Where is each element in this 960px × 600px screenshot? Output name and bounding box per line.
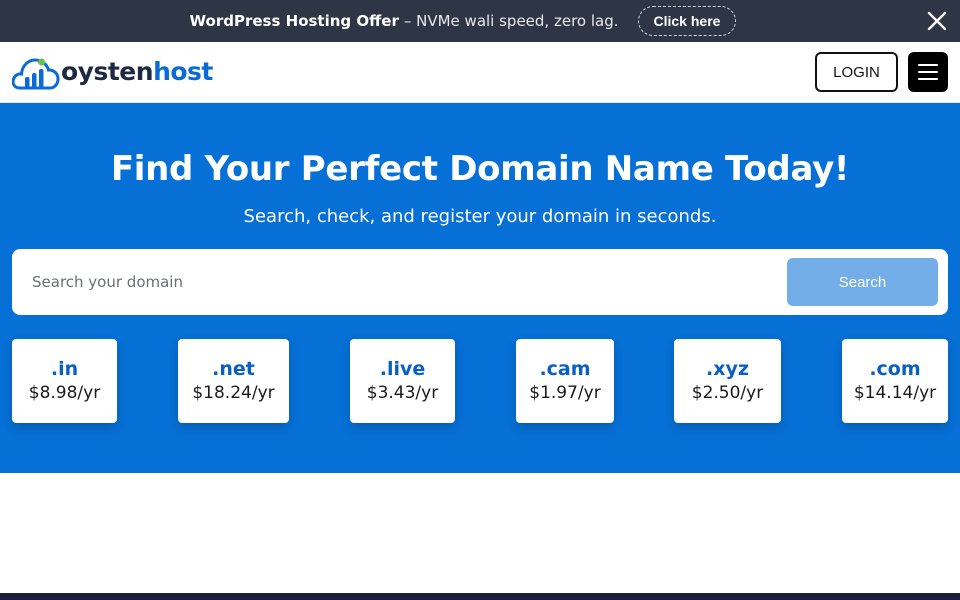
- tld-card-live[interactable]: .live $3.43/yr: [350, 339, 455, 423]
- click-here-button[interactable]: Click here: [637, 6, 737, 36]
- hero-title: Find Your Perfect Domain Name Today!: [110, 149, 850, 189]
- tld-price: $2.50/yr: [691, 383, 764, 403]
- tld-name: .in: [50, 358, 79, 380]
- offer-text: – NVMe wali speed, zero lag.: [403, 12, 619, 30]
- login-button[interactable]: LOGIN: [815, 52, 898, 92]
- close-icon[interactable]: [926, 10, 948, 32]
- menu-line: [918, 78, 938, 80]
- domain-search-hero: Find Your Perfect Domain Name Today! Sea…: [0, 103, 960, 473]
- tld-card-net[interactable]: .net $18.24/yr: [178, 339, 289, 423]
- site-header: oystenhost LOGIN: [0, 42, 960, 103]
- logo-text: oystenhost: [61, 57, 213, 86]
- announcement-bar: WordPress Hosting Offer – NVMe wali spee…: [0, 0, 960, 42]
- domain-search-box: Search: [12, 249, 948, 315]
- search-button[interactable]: Search: [787, 258, 938, 306]
- hamburger-menu-icon[interactable]: [908, 52, 948, 92]
- offer-title: WordPress Hosting Offer: [189, 12, 399, 30]
- tld-card-in[interactable]: .in $8.98/yr: [12, 339, 117, 423]
- menu-line: [918, 71, 938, 73]
- logo-text-part2: host: [153, 56, 213, 86]
- tld-name: .xyz: [706, 358, 749, 380]
- tld-price: $1.97/yr: [529, 383, 601, 403]
- tld-card-cam[interactable]: .cam $1.97/yr: [516, 339, 614, 423]
- logo-text-part1: oysten: [61, 56, 154, 86]
- tld-card-xyz[interactable]: .xyz $2.50/yr: [674, 339, 781, 423]
- menu-line: [918, 64, 938, 66]
- logo[interactable]: oystenhost: [12, 52, 213, 92]
- tld-price: $14.14/yr: [853, 383, 937, 403]
- footer-edge: [0, 593, 960, 600]
- tld-price: $3.43/yr: [366, 383, 439, 403]
- tld-name: .com: [869, 358, 921, 380]
- tld-price: $18.24/yr: [192, 383, 275, 403]
- tld-card-com[interactable]: .com $14.14/yr: [842, 339, 948, 423]
- tld-price: $8.98/yr: [28, 383, 101, 403]
- tld-name: .cam: [539, 358, 591, 380]
- tld-name: .net: [212, 358, 255, 380]
- offer-message: WordPress Hosting Offer – NVMe wali spee…: [190, 6, 737, 36]
- hero-subtitle: Search, check, and register your domain …: [243, 206, 717, 227]
- cloud-chart-logo-icon: [12, 58, 60, 90]
- tld-name: .live: [379, 358, 426, 380]
- domain-search-input[interactable]: [32, 262, 772, 302]
